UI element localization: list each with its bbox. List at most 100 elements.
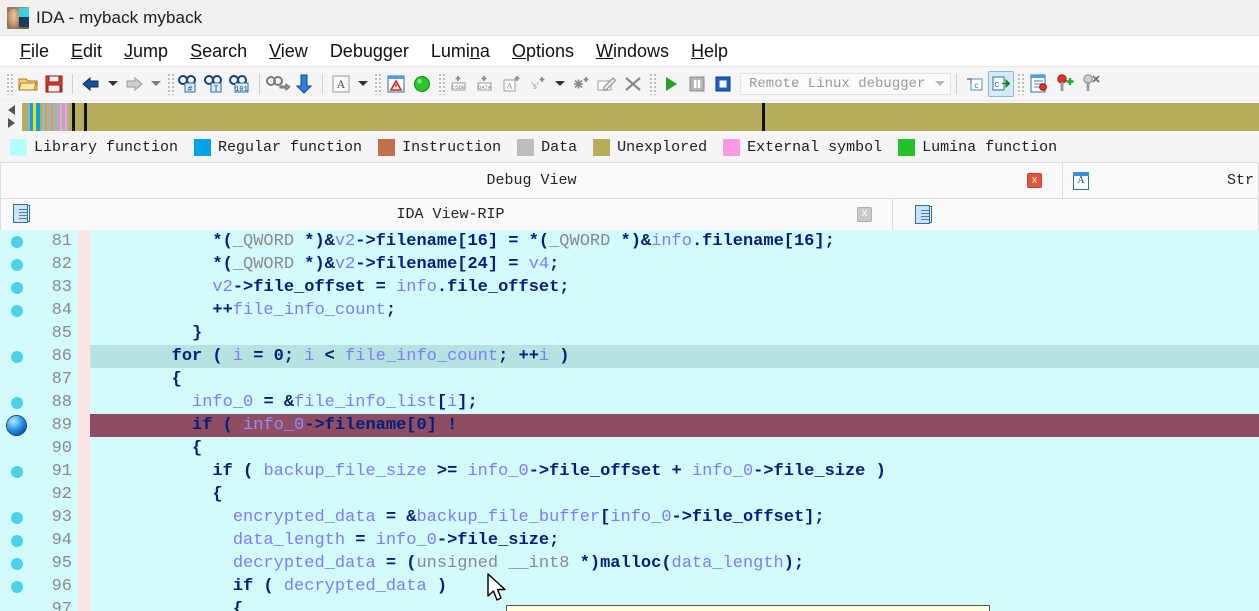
- make-function-icon[interactable]: [568, 71, 594, 97]
- line-gutter[interactable]: [0, 437, 33, 460]
- line-gutter[interactable]: [0, 322, 33, 345]
- code-line[interactable]: 85 }: [0, 322, 1259, 345]
- toolbar-grip-6[interactable]: [1016, 72, 1025, 95]
- code-text[interactable]: for ( i = 0; i < file_info_count; ++ i ): [90, 345, 1259, 368]
- breakpoint-available-icon[interactable]: [10, 281, 23, 294]
- detach-process-icon[interactable]: c: [988, 70, 1015, 97]
- breakpoint-list-icon[interactable]: [1026, 71, 1052, 97]
- line-gutter[interactable]: [0, 506, 33, 529]
- code-line[interactable]: 83 v2 ->file_offset = info .file_offset;: [0, 276, 1259, 299]
- line-gutter[interactable]: [0, 276, 33, 299]
- line-gutter[interactable]: [0, 230, 33, 253]
- code-line[interactable]: 92 {: [0, 483, 1259, 506]
- line-gutter[interactable]: [0, 552, 33, 575]
- code-line[interactable]: 82 *(_QWORD *)& v2 ->filename[24] = v4;: [0, 253, 1259, 276]
- line-gutter[interactable]: [0, 299, 33, 322]
- toolbar-grip-5[interactable]: [648, 72, 656, 95]
- warning-icon[interactable]: [383, 71, 409, 97]
- menu-file[interactable]: File: [9, 40, 60, 63]
- code-text[interactable]: ++ file_info_count;: [90, 299, 1259, 322]
- breakpoint-available-icon[interactable]: [10, 465, 23, 478]
- tab-strings[interactable]: A Str: [1063, 162, 1259, 198]
- navigate-forward-dropdown-icon[interactable]: [147, 71, 164, 97]
- breakpoint-available-icon[interactable]: [10, 580, 23, 593]
- run-debugger-icon[interactable]: [658, 71, 684, 97]
- pause-debugger-icon[interactable]: [684, 71, 710, 97]
- code-line[interactable]: 90 {: [0, 437, 1259, 460]
- make-string-icon[interactable]: 's': [525, 71, 551, 97]
- search-text-icon[interactable]: T: [202, 71, 228, 97]
- code-text[interactable]: {: [90, 368, 1259, 391]
- code-text[interactable]: decrypted_data = (unsigned __int8 *) mall…: [90, 552, 1259, 575]
- save-file-icon[interactable]: [41, 71, 67, 97]
- menu-windows[interactable]: Windows: [585, 40, 680, 63]
- navband-left-arrow-icon[interactable]: [7, 105, 15, 115]
- code-line[interactable]: 89 if ( info_0 ->filename[0] !: [0, 414, 1259, 437]
- code-line[interactable]: 84 ++ file_info_count;: [0, 299, 1259, 322]
- menu-options[interactable]: Options: [501, 40, 585, 63]
- breakpoint-available-icon[interactable]: [10, 235, 23, 248]
- menu-view[interactable]: View: [258, 40, 319, 63]
- toolbar-grip-3[interactable]: [373, 72, 381, 95]
- tab-pseudocode[interactable]: [893, 198, 1259, 230]
- line-gutter[interactable]: [0, 391, 33, 414]
- code-text[interactable]: {: [90, 483, 1259, 506]
- add-breakpoint-icon[interactable]: [1052, 71, 1078, 97]
- code-text[interactable]: encrypted_data = & backup_file_buffer[inf…: [90, 506, 1259, 529]
- undefine-icon[interactable]: [620, 71, 646, 97]
- code-text[interactable]: data_length = info_0 ->file_size;: [90, 529, 1259, 552]
- make-data-icon[interactable]: DATA: [473, 71, 499, 97]
- code-line[interactable]: 91 if ( backup_file_size >= info_0 ->file…: [0, 460, 1259, 483]
- code-line[interactable]: 96 if ( decrypted_data ): [0, 575, 1259, 598]
- jump-down-icon[interactable]: [291, 71, 317, 97]
- navigate-forward-icon[interactable]: [121, 71, 147, 97]
- code-line[interactable]: 93 encrypted_data = & backup_file_buffer[…: [0, 506, 1259, 529]
- line-gutter[interactable]: [0, 345, 33, 368]
- pseudocode-view[interactable]: 81 *(_QWORD *)& v2 ->filename[16] = *(_QWO…: [0, 230, 1259, 611]
- breakpoint-available-icon[interactable]: [10, 396, 23, 409]
- code-text[interactable]: info_0 = & file_info_list[i];: [90, 391, 1259, 414]
- delete-breakpoint-icon[interactable]: [1078, 71, 1104, 97]
- breakpoint-available-icon[interactable]: [10, 511, 23, 524]
- breakpoint-available-icon[interactable]: [10, 534, 23, 547]
- stop-debugger-icon[interactable]: [710, 71, 736, 97]
- line-gutter[interactable]: [0, 414, 33, 437]
- navigate-back-dropdown-icon[interactable]: [104, 71, 121, 97]
- code-text[interactable]: *(_QWORD *)& v2 ->filename[16] = *(_QWORD …: [90, 230, 1259, 253]
- rename-icon[interactable]: [594, 71, 620, 97]
- make-string-dropdown-icon[interactable]: [551, 71, 568, 97]
- line-gutter[interactable]: [0, 368, 33, 391]
- code-line[interactable]: 86 for ( i = 0; i < file_info_count; ++ i…: [0, 345, 1259, 368]
- line-gutter[interactable]: [0, 460, 33, 483]
- code-text[interactable]: if ( decrypted_data ): [90, 575, 1259, 598]
- search-hash-icon[interactable]: #: [176, 71, 202, 97]
- debugger-select[interactable]: Remote Linux debugger: [740, 72, 952, 95]
- menu-lumina[interactable]: Lumina: [420, 40, 501, 63]
- code-line[interactable]: 95 decrypted_data = (unsigned __int8 *) m…: [0, 552, 1259, 575]
- breakpoint-available-icon[interactable]: [10, 557, 23, 570]
- text-view-icon[interactable]: A: [328, 71, 354, 97]
- code-text[interactable]: if ( backup_file_size >= info_0 ->file_of…: [90, 460, 1259, 483]
- breakpoint-active-icon[interactable]: [7, 416, 26, 435]
- line-gutter[interactable]: [0, 529, 33, 552]
- navigation-band[interactable]: [22, 102, 1259, 131]
- green-circle-icon[interactable]: [409, 71, 435, 97]
- close-icon[interactable]: x: [1027, 173, 1042, 188]
- code-line[interactable]: 88 info_0 = & file_info_list[i];: [0, 391, 1259, 414]
- make-array-icon[interactable]: A: [499, 71, 525, 97]
- breakpoint-available-icon[interactable]: [10, 258, 23, 271]
- line-gutter[interactable]: [0, 575, 33, 598]
- tab-ida-view-rip[interactable]: IDA View-RIP x: [0, 198, 893, 230]
- menu-debugger[interactable]: Debugger: [319, 40, 420, 63]
- code-text[interactable]: v2 ->file_offset = info .file_offset;: [90, 276, 1259, 299]
- menu-jump[interactable]: Jump: [113, 40, 179, 63]
- breakpoint-available-icon[interactable]: [10, 304, 23, 317]
- code-text[interactable]: *(_QWORD *)& v2 ->filename[24] = v4;: [90, 253, 1259, 276]
- navband-arrows[interactable]: [0, 101, 22, 132]
- toolbar-grip-4[interactable]: [437, 72, 445, 95]
- code-line[interactable]: 81 *(_QWORD *)& v2 ->filename[16] = *(_QWO…: [0, 230, 1259, 253]
- search-next-icon[interactable]: [265, 71, 291, 97]
- search-binary-icon[interactable]: 101: [228, 71, 254, 97]
- code-line[interactable]: 94 data_length = info_0 ->file_size;: [0, 529, 1259, 552]
- navigate-back-icon[interactable]: [78, 71, 104, 97]
